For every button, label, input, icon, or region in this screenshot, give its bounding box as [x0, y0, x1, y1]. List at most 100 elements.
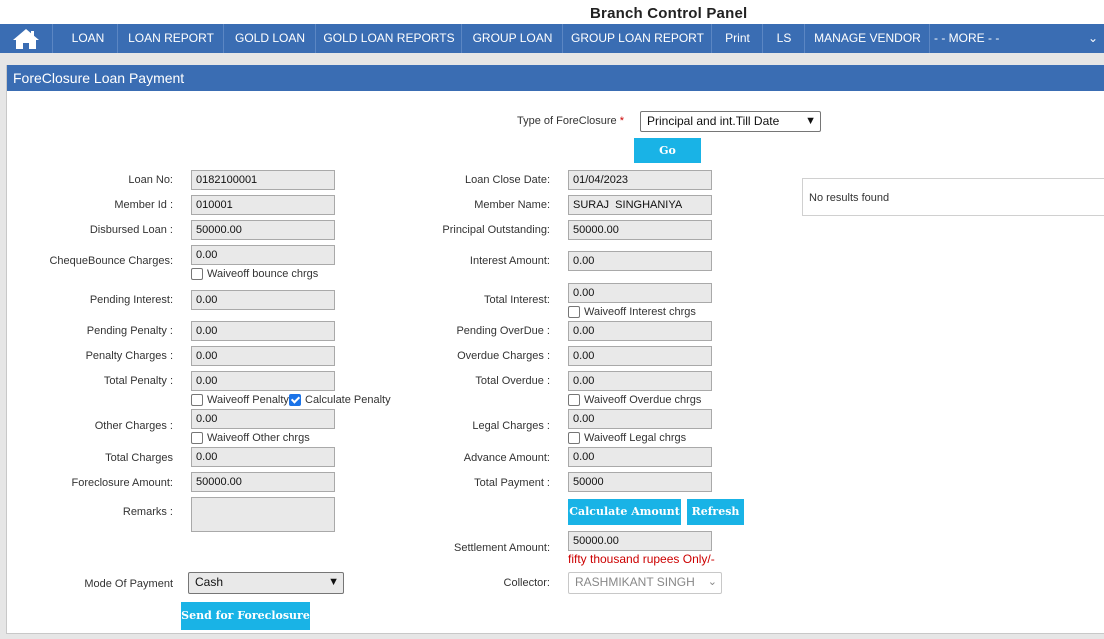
no-results-text: No results found — [809, 192, 890, 204]
chevron-down-icon: ⌄ — [707, 576, 717, 588]
principal-outstanding-label: Principal Outstanding: — [442, 224, 550, 236]
checkbox-icon — [191, 432, 203, 444]
waive-bounce-checkbox[interactable]: Waiveoff bounce chrgs — [191, 268, 318, 280]
waive-other-label: Waiveoff Other chrgs — [207, 432, 310, 444]
loan-close-date-field[interactable]: 01/04/2023 — [568, 170, 712, 190]
checkbox-icon — [191, 268, 203, 280]
cheque-bounce-label: ChequeBounce Charges: — [49, 255, 173, 267]
waive-other-checkbox[interactable]: Waiveoff Other chrgs — [191, 432, 310, 444]
waive-interest-checkbox[interactable]: Waiveoff Interest chrgs — [568, 306, 696, 318]
total-payment-field[interactable]: 50000 — [568, 472, 712, 492]
other-charges-field[interactable]: 0.00 — [191, 409, 335, 429]
total-overdue-field[interactable]: 0.00 — [568, 371, 712, 391]
checkbox-icon — [191, 394, 203, 406]
pending-interest-label: Pending Interest: — [89, 294, 173, 306]
advance-amount-field[interactable]: 0.00 — [568, 447, 712, 467]
nav-home[interactable] — [0, 24, 52, 53]
checkbox-icon — [568, 432, 580, 444]
total-penalty-field[interactable]: 0.00 — [191, 371, 335, 391]
checkbox-checked-icon — [289, 394, 301, 406]
member-name-label: Member Name: — [474, 199, 550, 211]
calculate-amount-button[interactable]: Calculate Amount — [568, 499, 681, 525]
mode-of-payment-label: Mode Of Payment — [84, 578, 173, 590]
foreclosure-amount-field[interactable]: 50000.00 — [191, 472, 335, 492]
loan-close-date-label: Loan Close Date: — [465, 174, 550, 186]
total-interest-label: Total Interest: — [483, 294, 550, 306]
nav-group-loan-report[interactable]: GROUP LOAN REPORT — [562, 24, 712, 53]
overdue-charges-field[interactable]: 0.00 — [568, 346, 712, 366]
member-name-field[interactable]: SURAJ SINGHANIYA — [568, 195, 712, 215]
top-bar: Branch Control Panel — [0, 0, 1104, 24]
chevron-down-icon: ⌄ — [1087, 31, 1098, 45]
waive-overdue-checkbox[interactable]: Waiveoff Overdue chrgs — [568, 394, 701, 406]
foreclosure-type-value: Principal and int.Till Date — [647, 114, 780, 128]
disbursed-loan-field[interactable]: 50000.00 — [191, 220, 335, 240]
overdue-charges-label: Overdue Charges : — [457, 350, 550, 362]
loan-no-label: Loan No: — [128, 174, 173, 186]
interest-amount-label: Interest Amount: — [469, 255, 550, 267]
member-id-label: Member Id : — [114, 199, 173, 211]
total-interest-field[interactable]: 0.00 — [568, 283, 712, 303]
nav-gold-loan[interactable]: GOLD LOAN — [223, 24, 316, 53]
nav-loan[interactable]: LOAN — [52, 24, 123, 53]
settlement-amount-field[interactable]: 50000.00 — [568, 531, 712, 551]
other-charges-label: Other Charges : — [94, 420, 173, 432]
refresh-button[interactable]: Refresh — [687, 499, 744, 525]
legal-charges-field[interactable]: 0.00 — [568, 409, 712, 429]
collector-select[interactable]: RASHMIKANT SINGH ⌄ — [568, 572, 722, 594]
nav-print[interactable]: Print — [711, 24, 763, 53]
total-charges-label: Total Charges — [105, 452, 173, 464]
nav-loan-report[interactable]: LOAN REPORT — [117, 24, 224, 53]
pending-penalty-field[interactable]: 0.00 — [191, 321, 335, 341]
chevron-down-icon: ▼ — [805, 115, 816, 127]
waive-legal-label: Waiveoff Legal chrgs — [584, 432, 687, 444]
foreclosure-type-label: Type of ForeClosure * — [517, 115, 624, 127]
panel-title: Branch Control Panel — [590, 5, 748, 22]
checkbox-icon — [568, 394, 580, 406]
loan-no-field[interactable]: 0182100001 — [191, 170, 335, 190]
home-icon — [13, 29, 39, 49]
waive-penalty-checkbox[interactable]: Waiveoff Penalty — [191, 394, 289, 406]
send-for-foreclosure-button[interactable]: Send for Foreclosure — [181, 602, 310, 630]
advance-amount-label: Advance Amount: — [463, 452, 550, 464]
nav-more-select[interactable]: - - MORE - - ⌄ — [929, 24, 1104, 53]
foreclosure-type-select[interactable]: Principal and int.Till Date ▼ — [640, 111, 821, 132]
principal-outstanding-field[interactable]: 50000.00 — [568, 220, 712, 240]
legal-charges-label: Legal Charges : — [472, 420, 550, 432]
pending-interest-field[interactable]: 0.00 — [191, 290, 335, 310]
waive-bounce-label: Waiveoff bounce chrgs — [207, 268, 319, 280]
nav-gold-loan-reports[interactable]: GOLD LOAN REPORTS — [315, 24, 462, 53]
waive-interest-label: Waiveoff Interest chrgs — [584, 306, 696, 318]
mode-of-payment-select[interactable]: Cash ▼ — [188, 572, 344, 594]
nav-manage-vendor[interactable]: MANAGE VENDOR — [804, 24, 930, 53]
nav-ls[interactable]: LS — [762, 24, 805, 53]
total-penalty-label: Total Penalty : — [103, 375, 173, 387]
total-charges-field[interactable]: 0.00 — [191, 447, 335, 467]
waive-penalty-label: Waiveoff Penalty — [207, 394, 289, 406]
collector-value: RASHMIKANT SINGH — [575, 575, 695, 589]
results-box: No results found — [802, 178, 1104, 216]
calculate-penalty-label: Calculate Penalty — [305, 394, 391, 406]
waive-overdue-label: Waiveoff Overdue chrgs — [584, 394, 702, 406]
section-title: ForeClosure Loan Payment — [7, 65, 1104, 91]
penalty-charges-field[interactable]: 0.00 — [191, 346, 335, 366]
checkbox-icon — [568, 306, 580, 318]
required-mark: * — [619, 115, 624, 127]
nav-group-loan[interactable]: GROUP LOAN — [461, 24, 563, 53]
interest-amount-field[interactable]: 0.00 — [568, 251, 712, 271]
chevron-down-icon: ▼ — [328, 576, 339, 588]
calculate-penalty-checkbox[interactable]: Calculate Penalty — [289, 394, 391, 406]
disbursed-loan-label: Disbursed Loan : — [89, 224, 173, 236]
pending-penalty-label: Pending Penalty : — [86, 325, 173, 337]
member-id-field[interactable]: 010001 — [191, 195, 335, 215]
nav-more-label: - - MORE - - — [934, 31, 1000, 45]
pending-overdue-label: Pending OverDue : — [456, 325, 550, 337]
go-button[interactable]: Go — [634, 138, 701, 163]
remarks-label: Remarks : — [122, 506, 173, 518]
pending-overdue-field[interactable]: 0.00 — [568, 321, 712, 341]
total-overdue-label: Total Overdue : — [475, 375, 550, 387]
settlement-amount-label: Settlement Amount: — [454, 542, 550, 554]
waive-legal-checkbox[interactable]: Waiveoff Legal chrgs — [568, 432, 686, 444]
cheque-bounce-field[interactable]: 0.00 — [191, 245, 335, 265]
remarks-textarea[interactable] — [191, 497, 335, 532]
